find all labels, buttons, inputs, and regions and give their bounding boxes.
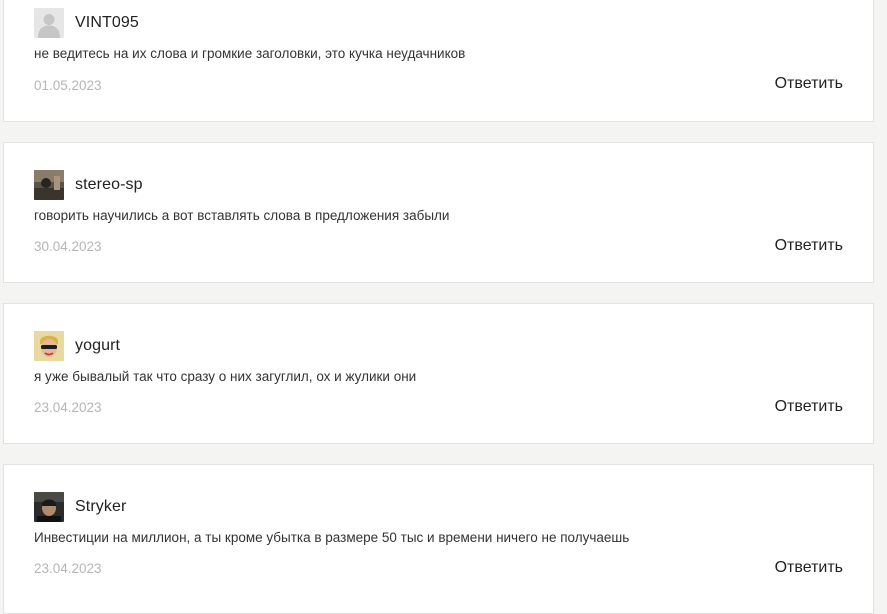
comment-text: я уже бывалый так что сразу о них загугл… bbox=[34, 369, 417, 384]
comment-author: VINT095 bbox=[34, 8, 139, 38]
comment-date: 01.05.2023 bbox=[34, 78, 102, 93]
user-photo-avatar bbox=[34, 492, 64, 522]
comment-author: yogurt bbox=[34, 331, 120, 361]
user-photo-avatar bbox=[34, 331, 64, 361]
reply-button[interactable]: Ответить bbox=[775, 398, 843, 416]
reply-button[interactable]: Ответить bbox=[775, 75, 843, 93]
comment-card: VINT095 не ведитесь на их слова и громки… bbox=[3, 0, 874, 122]
comment-author: stereo-sp bbox=[34, 170, 143, 200]
user-photo-avatar bbox=[34, 170, 64, 200]
reply-button[interactable]: Ответить bbox=[775, 559, 843, 577]
comment-date: 23.04.2023 bbox=[34, 561, 102, 576]
comment-text: Инвестиции на миллион, а ты кроме убытка… bbox=[34, 530, 630, 545]
author-name[interactable]: Stryker bbox=[75, 498, 126, 516]
comment-text: не ведитесь на их слова и громкие заголо… bbox=[34, 46, 466, 61]
author-name[interactable]: VINT095 bbox=[75, 14, 139, 32]
default-user-icon bbox=[34, 8, 64, 38]
comment-text: говорить научились а вот вставлять слова… bbox=[34, 208, 450, 223]
comment-date: 30.04.2023 bbox=[34, 239, 102, 254]
comment-card: Stryker Инвестиции на миллион, а ты кром… bbox=[3, 464, 874, 614]
comment-author: Stryker bbox=[34, 492, 126, 522]
author-name[interactable]: yogurt bbox=[75, 337, 120, 355]
author-name[interactable]: stereo-sp bbox=[75, 176, 143, 194]
reply-button[interactable]: Ответить bbox=[775, 237, 843, 255]
comment-card: yogurt я уже бывалый так что сразу о них… bbox=[3, 303, 874, 444]
comment-card: stereo-sp говорить научились а вот встав… bbox=[3, 142, 874, 283]
comment-date: 23.04.2023 bbox=[34, 400, 102, 415]
